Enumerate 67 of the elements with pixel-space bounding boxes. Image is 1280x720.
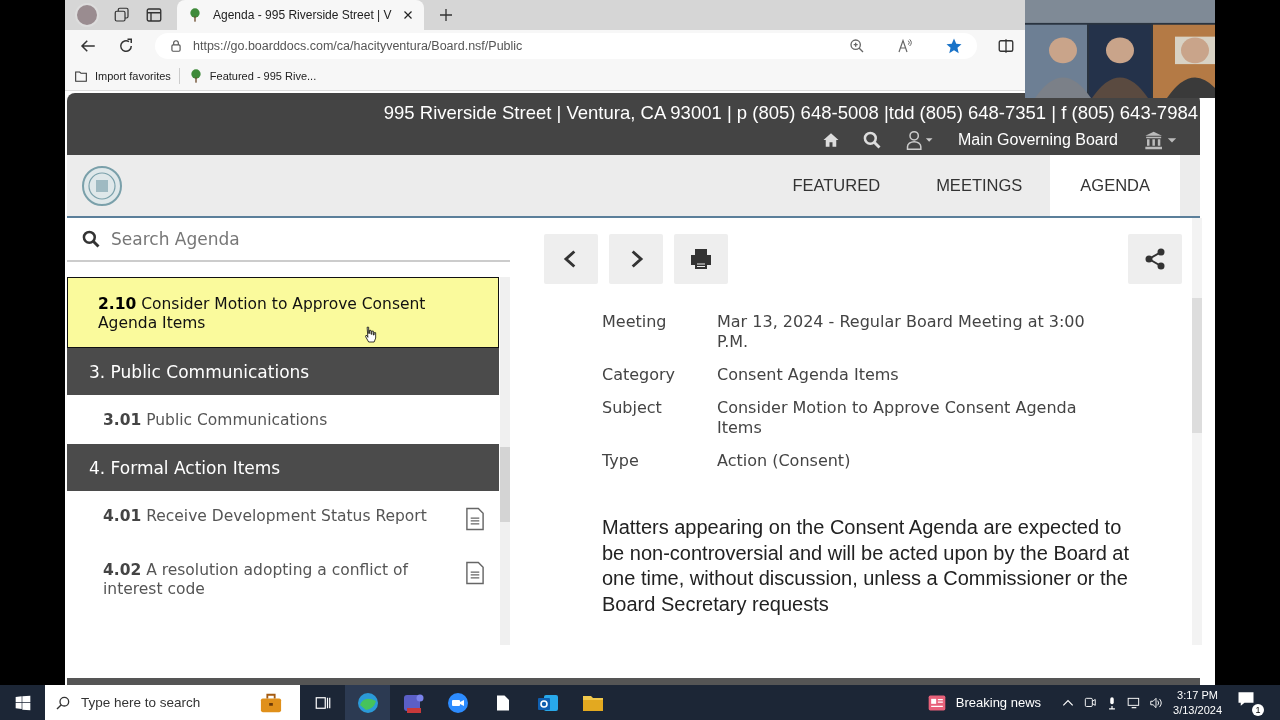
zoom-in-icon xyxy=(849,38,865,54)
agenda-item[interactable]: 4.01 Receive Development Status Report xyxy=(67,491,499,545)
network-icon xyxy=(1127,695,1142,710)
hand-cursor-icon xyxy=(364,325,378,345)
field-value: Mar 13, 2024 - Regular Board Meeting at 3:00 P.M. xyxy=(717,312,1086,352)
description-text: Matters appearing on the Consent Agenda are expected to be non-controversial and will be acted upon by the Board at one time, without discussion, unless a Commissioner or the Board Secretary requests xyxy=(602,515,1130,617)
browser-tab[interactable]: Agenda - 995 Riverside Street | V xyxy=(177,0,424,30)
scrollbar-thumb[interactable] xyxy=(1192,298,1202,433)
horizontal-scrollbar[interactable] xyxy=(67,678,1200,685)
taskbar-search[interactable]: Type here to search xyxy=(45,685,300,720)
browser-icon xyxy=(355,690,380,715)
windows-icon xyxy=(14,694,31,711)
field-label: Subject xyxy=(602,398,663,419)
read-aloud-icon xyxy=(897,38,913,54)
agenda-item[interactable]: 4.02 A resolution adopting a conflict of interest code xyxy=(67,545,499,613)
search-field[interactable]: Search Agenda xyxy=(111,229,441,249)
video-app-icon xyxy=(445,690,470,715)
refresh-icon xyxy=(117,37,135,55)
home-icon xyxy=(821,131,840,149)
share-button[interactable] xyxy=(1128,234,1182,284)
document-icon xyxy=(465,561,485,585)
next-button[interactable] xyxy=(609,234,663,284)
nav-tab[interactable]: AGENDA xyxy=(1050,155,1180,216)
search-icon xyxy=(55,694,71,711)
bookmark-link[interactable]: Featured - 995 Rive... xyxy=(187,68,317,84)
contact-info: 995 Riverside Street | Ventura, CA 93001 | p (805) 648-5008 |tdd (805) 648-7351 | f (805) 643-7984 xyxy=(383,102,1198,124)
tab-actions-icon xyxy=(145,6,163,24)
star-icon xyxy=(945,37,963,55)
lock-icon xyxy=(169,39,183,53)
search-icon xyxy=(861,130,882,150)
new-tab-icon xyxy=(437,7,454,23)
previous-button[interactable] xyxy=(544,234,598,284)
collections-icon xyxy=(113,6,131,24)
agenda-item[interactable]: 3.01 Public Communications xyxy=(67,395,499,444)
search-icon xyxy=(81,229,101,249)
share-icon xyxy=(1143,247,1167,271)
print-button[interactable] xyxy=(674,234,728,284)
field-label: Category xyxy=(602,365,677,385)
back-icon xyxy=(79,37,97,55)
bookmark-link[interactable]: Import favorites xyxy=(73,68,171,84)
taskbar-clock[interactable]: 3:17 PM 3/13/2024 xyxy=(1173,687,1222,718)
printer-icon xyxy=(688,247,714,271)
address-bar[interactable]: https://go.boarddocs.com/ca/hacityventura/Board.nsf/Public xyxy=(155,33,977,59)
split-screen-icon xyxy=(997,37,1015,55)
field-label: Type xyxy=(602,451,640,471)
field-value: Consent Agenda Items xyxy=(717,365,900,385)
scrollbar-thumb[interactable] xyxy=(500,447,510,522)
import-icon xyxy=(73,68,89,84)
news-widget[interactable]: Breaking news xyxy=(919,691,1048,714)
tree-icon xyxy=(187,7,203,23)
nav-tab[interactable]: FEATURED xyxy=(764,155,909,216)
board-selector[interactable]: Main Governing Board xyxy=(957,131,1118,149)
section-header[interactable]: 3. Public Communications xyxy=(67,348,499,395)
section-header[interactable]: 4. Formal Action Items xyxy=(67,444,499,491)
notification-button[interactable]: 1 xyxy=(1236,689,1264,716)
field-value: Action (Consent) xyxy=(717,451,852,471)
document-icon xyxy=(465,507,485,531)
meet-now-icon xyxy=(1083,695,1098,710)
field-label: Meeting xyxy=(602,312,668,333)
speaker-icon xyxy=(1149,695,1164,710)
close-icon xyxy=(401,9,414,21)
agenda-item[interactable]: 2.10 Consider Motion to Approve Consent Agenda Items xyxy=(67,277,499,348)
city-seal-icon xyxy=(81,164,123,207)
briefcase-icon xyxy=(258,691,284,714)
nav-tab[interactable]: MEETINGS xyxy=(908,155,1051,216)
notification-icon xyxy=(1236,689,1256,708)
field-value: Consider Motion to Approve Consent Agenda Items xyxy=(717,398,1078,438)
